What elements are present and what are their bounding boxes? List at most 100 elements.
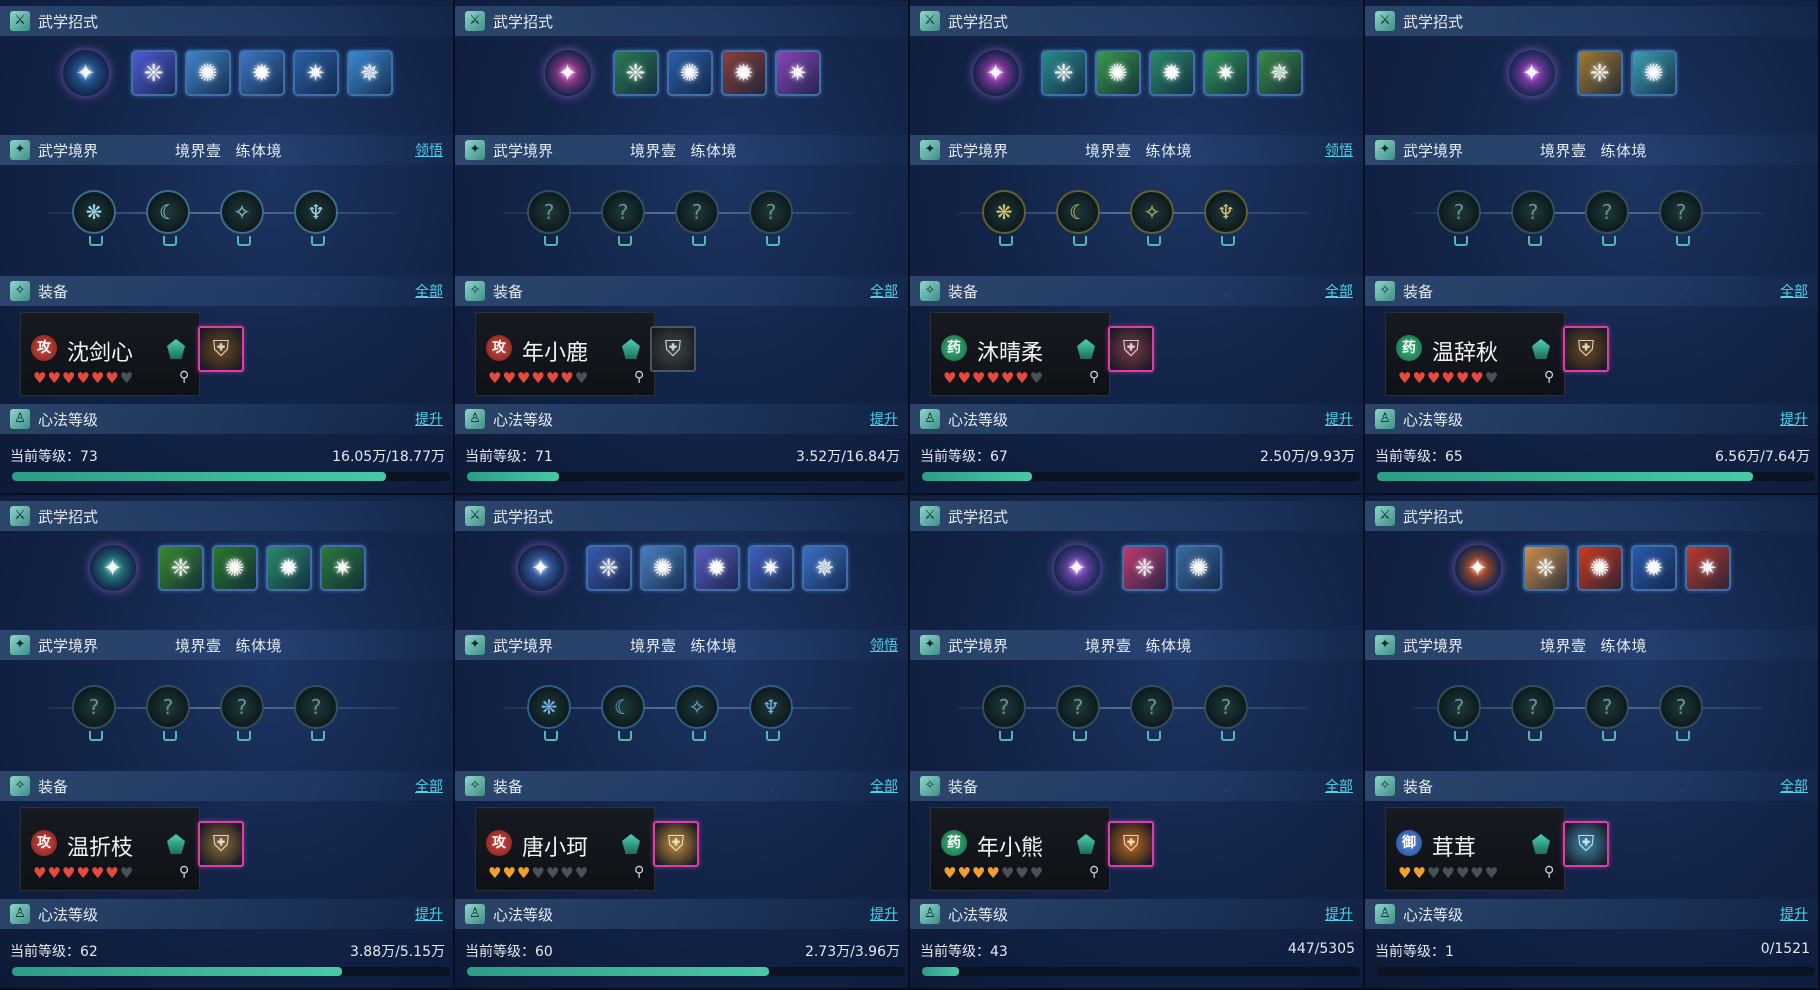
character-card[interactable]: 攻 温折枝 ♥♥♥♥♥♥♥ ⚲ xyxy=(20,807,200,891)
character-card[interactable]: 攻 年小鹿 ♥♥♥♥♥♥♥ ⚲ xyxy=(475,312,655,396)
character-card[interactable]: 攻 唐小珂 ♥♥♥♥♥♥♥ ⚲ xyxy=(475,807,655,891)
comprehend-link[interactable]: 领悟 xyxy=(415,140,443,160)
upgrade-link[interactable]: 提升 xyxy=(1780,409,1808,429)
realm-node-4[interactable]: ? xyxy=(1659,685,1703,741)
skill-icon[interactable]: ✺ xyxy=(1630,50,1677,96)
character-card[interactable]: 御 茸茸 ♥♥♥♥♥♥♥ ⚲ xyxy=(1385,807,1565,891)
realm-node-3[interactable]: ✧ xyxy=(675,685,719,741)
skill-icon[interactable]: ❈ xyxy=(612,50,659,96)
pin-icon[interactable]: ⚲ xyxy=(1544,864,1554,880)
equipment-slot[interactable]: ⛨ xyxy=(198,821,244,867)
realm-node-4[interactable]: ♆ xyxy=(1204,190,1248,246)
character-card[interactable]: 药 年小熊 ♥♥♥♥♥♥♥ ⚲ xyxy=(930,807,1110,891)
main-skill-icon[interactable]: ✦ xyxy=(62,50,109,96)
all-equip-link[interactable]: 全部 xyxy=(415,281,443,301)
skill-icon[interactable]: ✵ xyxy=(346,50,393,96)
realm-node-2[interactable]: ? xyxy=(1511,190,1555,246)
realm-node-1[interactable]: ? xyxy=(1437,685,1481,741)
skill-icon[interactable]: ✵ xyxy=(1256,50,1303,96)
skill-icon[interactable]: ✷ xyxy=(747,545,794,591)
skill-icon[interactable]: ✺ xyxy=(184,50,231,96)
skill-icon[interactable]: ✵ xyxy=(801,545,848,591)
pin-icon[interactable]: ⚲ xyxy=(179,369,189,385)
main-skill-icon[interactable]: ✦ xyxy=(544,50,591,96)
realm-node-3[interactable]: ? xyxy=(220,685,264,741)
realm-node-1[interactable]: ❋ xyxy=(72,190,116,246)
all-equip-link[interactable]: 全部 xyxy=(1780,281,1808,301)
skill-icon[interactable]: ✷ xyxy=(1684,545,1731,591)
skill-icon[interactable]: ❈ xyxy=(157,545,204,591)
skill-icon[interactable]: ✹ xyxy=(265,545,312,591)
skill-icon[interactable]: ✺ xyxy=(666,50,713,96)
realm-node-3[interactable]: ? xyxy=(675,190,719,246)
character-card[interactable]: 药 沐晴柔 ♥♥♥♥♥♥♥ ⚲ xyxy=(930,312,1110,396)
realm-node-2[interactable]: ☾ xyxy=(1056,190,1100,246)
realm-node-3[interactable]: ? xyxy=(1585,190,1629,246)
realm-node-3[interactable]: ✧ xyxy=(1130,190,1174,246)
realm-node-2[interactable]: ? xyxy=(1056,685,1100,741)
skill-icon[interactable]: ❈ xyxy=(1040,50,1087,96)
pin-icon[interactable]: ⚲ xyxy=(179,864,189,880)
skill-icon[interactable]: ✺ xyxy=(639,545,686,591)
upgrade-link[interactable]: 提升 xyxy=(870,904,898,924)
equipment-slot[interactable]: ⛨ xyxy=(1108,326,1154,372)
equipment-slot[interactable]: ⛨ xyxy=(1563,821,1609,867)
realm-node-1[interactable]: ? xyxy=(1437,190,1481,246)
realm-node-2[interactable]: ? xyxy=(1511,685,1555,741)
skill-icon[interactable]: ❈ xyxy=(1522,545,1569,591)
skill-icon[interactable]: ❈ xyxy=(585,545,632,591)
realm-node-2[interactable]: ? xyxy=(601,190,645,246)
all-equip-link[interactable]: 全部 xyxy=(415,776,443,796)
skill-icon[interactable]: ✺ xyxy=(1175,545,1222,591)
realm-node-1[interactable]: ? xyxy=(527,190,571,246)
pin-icon[interactable]: ⚲ xyxy=(634,864,644,880)
skill-icon[interactable]: ✺ xyxy=(211,545,258,591)
comprehend-link[interactable]: 领悟 xyxy=(870,635,898,655)
realm-node-3[interactable]: ? xyxy=(1585,685,1629,741)
skill-icon[interactable]: ✷ xyxy=(292,50,339,96)
upgrade-link[interactable]: 提升 xyxy=(415,904,443,924)
main-skill-icon[interactable]: ✦ xyxy=(1053,545,1100,591)
upgrade-link[interactable]: 提升 xyxy=(1780,904,1808,924)
equipment-slot[interactable]: ⛨ xyxy=(653,821,699,867)
upgrade-link[interactable]: 提升 xyxy=(1325,409,1353,429)
equipment-slot[interactable]: ⛨ xyxy=(1108,821,1154,867)
realm-node-2[interactable]: ☾ xyxy=(601,685,645,741)
skill-icon[interactable]: ✷ xyxy=(319,545,366,591)
main-skill-icon[interactable]: ✦ xyxy=(89,545,136,591)
comprehend-link[interactable]: 领悟 xyxy=(1325,140,1353,160)
realm-node-4[interactable]: ? xyxy=(1204,685,1248,741)
skill-icon[interactable]: ❈ xyxy=(1576,50,1623,96)
pin-icon[interactable]: ⚲ xyxy=(634,369,644,385)
main-skill-icon[interactable]: ✦ xyxy=(1454,545,1501,591)
realm-node-1[interactable]: ❋ xyxy=(527,685,571,741)
skill-icon[interactable]: ✹ xyxy=(1630,545,1677,591)
main-skill-icon[interactable]: ✦ xyxy=(1508,50,1555,96)
skill-icon[interactable]: ✹ xyxy=(238,50,285,96)
realm-node-2[interactable]: ? xyxy=(146,685,190,741)
realm-node-3[interactable]: ✧ xyxy=(220,190,264,246)
realm-node-4[interactable]: ? xyxy=(1659,190,1703,246)
main-skill-icon[interactable]: ✦ xyxy=(972,50,1019,96)
main-skill-icon[interactable]: ✦ xyxy=(517,545,564,591)
realm-node-2[interactable]: ☾ xyxy=(146,190,190,246)
realm-node-3[interactable]: ? xyxy=(1130,685,1174,741)
realm-node-1[interactable]: ? xyxy=(72,685,116,741)
skill-icon[interactable]: ✺ xyxy=(1094,50,1141,96)
skill-icon[interactable]: ✹ xyxy=(1148,50,1195,96)
all-equip-link[interactable]: 全部 xyxy=(870,776,898,796)
all-equip-link[interactable]: 全部 xyxy=(870,281,898,301)
upgrade-link[interactable]: 提升 xyxy=(415,409,443,429)
skill-icon[interactable]: ✹ xyxy=(693,545,740,591)
all-equip-link[interactable]: 全部 xyxy=(1780,776,1808,796)
equipment-slot[interactable]: ⛨ xyxy=(1563,326,1609,372)
pin-icon[interactable]: ⚲ xyxy=(1089,864,1099,880)
pin-icon[interactable]: ⚲ xyxy=(1544,369,1554,385)
upgrade-link[interactable]: 提升 xyxy=(870,409,898,429)
skill-icon[interactable]: ✷ xyxy=(1202,50,1249,96)
character-card[interactable]: 攻 沈剑心 ♥♥♥♥♥♥♥ ⚲ xyxy=(20,312,200,396)
realm-node-4[interactable]: ? xyxy=(749,190,793,246)
skill-icon[interactable]: ❈ xyxy=(130,50,177,96)
realm-node-1[interactable]: ? xyxy=(982,685,1026,741)
pin-icon[interactable]: ⚲ xyxy=(1089,369,1099,385)
